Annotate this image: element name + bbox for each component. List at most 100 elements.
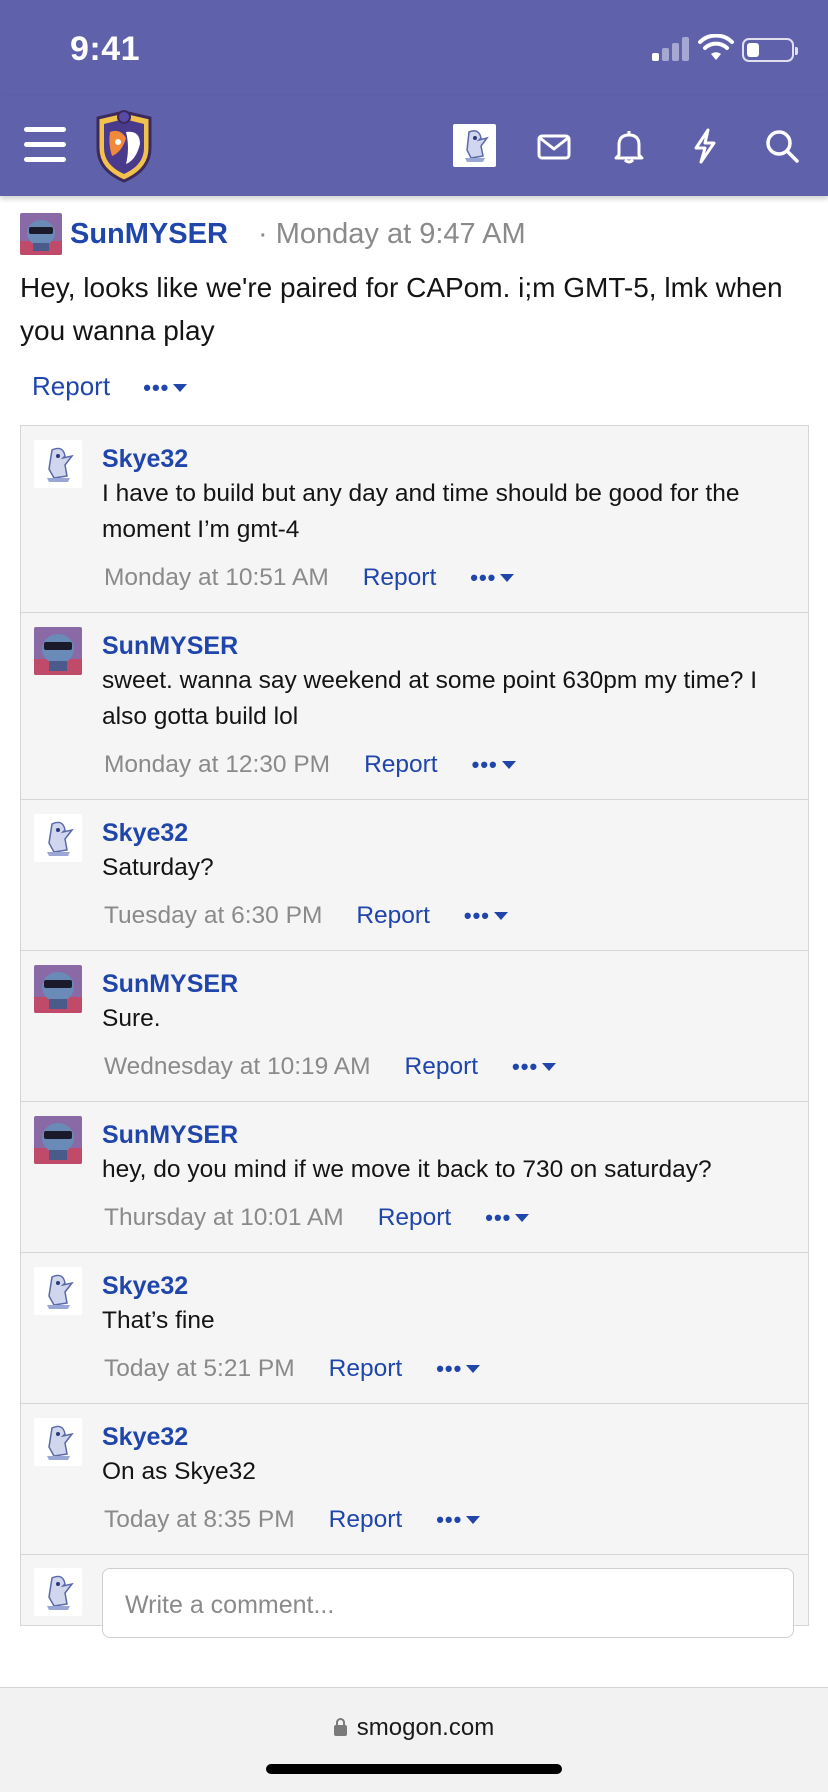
avatar (34, 1568, 82, 1616)
post-timestamp: · Monday at 9:47 AM (258, 212, 526, 256)
avatar[interactable] (34, 965, 82, 1013)
comment-username[interactable]: SunMYSER (102, 629, 794, 663)
comment-meta: Monday at 12:30 PM Report ••• (102, 745, 794, 785)
comment-more-button[interactable]: ••• (463, 903, 509, 929)
comment-username[interactable]: Skye32 (102, 816, 794, 850)
avatar[interactable] (34, 814, 82, 862)
comment-more-button[interactable]: ••• (470, 565, 515, 591)
comment-username[interactable]: SunMYSER (102, 1118, 794, 1152)
user-avatar[interactable] (453, 124, 496, 167)
avatar[interactable] (34, 440, 82, 488)
avatar[interactable] (34, 627, 82, 675)
wifi-icon (698, 34, 734, 60)
comment-date[interactable]: Today at 8:35 PM (104, 1506, 295, 1534)
status-time: 9:41 (70, 30, 141, 68)
chevron-down-icon (466, 1516, 481, 1524)
avatar[interactable] (34, 1116, 82, 1164)
avatar[interactable] (34, 1267, 82, 1315)
comment-body: SunMYSER Sure. Wednesday at 10:19 AM Report… (102, 951, 808, 1087)
browser-url-bar[interactable]: smogon.com (0, 1687, 828, 1792)
comment-meta: Today at 5:21 PM Report ••• (102, 1349, 794, 1389)
more-dots: ••• (436, 1507, 463, 1532)
comment-placeholder: Write a comment... (125, 1591, 335, 1619)
comment-username[interactable]: Skye32 (102, 1269, 794, 1303)
comment-text: Sure. (102, 1005, 161, 1032)
comment-report-link[interactable]: Report (329, 1355, 403, 1383)
chevron-down-icon (501, 761, 516, 769)
post-header: SunMYSER · Monday at 9:47 AM (20, 212, 810, 256)
smogon-logo[interactable] (90, 108, 158, 184)
comment-date[interactable]: Today at 5:21 PM (104, 1355, 295, 1383)
comment-report-link[interactable]: Report (363, 564, 437, 592)
comment-item: SunMYSER Sure. Wednesday at 10:19 AM Report… (21, 951, 808, 1102)
more-dots: ••• (470, 565, 497, 590)
comment-item: Skye32 Saturday? Tuesday at 6:30 PM Report •… (21, 800, 808, 951)
comment-text: Saturday? (102, 854, 214, 881)
post-report-link[interactable]: Report (32, 371, 110, 401)
comment-report-link[interactable]: Report (405, 1053, 479, 1081)
comment-report-link[interactable]: Report (356, 902, 430, 930)
more-dots: ••• (463, 903, 491, 928)
comment-report-link[interactable]: Report (329, 1506, 403, 1534)
more-dots: ••• (471, 752, 498, 777)
comment-body: Skye32 On as Skye32 Today at 8:35 PM Report… (102, 1404, 808, 1540)
comment-item: SunMYSER hey, do you mind if we move it b… (21, 1102, 808, 1253)
cellular-signal-icon (652, 37, 690, 61)
comment-text: I have to build but any day and time sho… (102, 480, 740, 543)
comment-composer-row: Write a comment... (21, 1555, 808, 1638)
comment-username[interactable]: Skye32 (102, 442, 794, 476)
bolt-icon[interactable] (685, 126, 725, 166)
comment-body: SunMYSER sweet. wanna say weekend at some… (102, 613, 808, 785)
comment-meta: Today at 8:35 PM Report ••• (102, 1500, 794, 1540)
search-icon[interactable] (762, 126, 802, 166)
more-dots: ••• (436, 1356, 463, 1381)
comment-text: hey, do you mind if we move it back to 7… (102, 1156, 712, 1183)
more-dots: ••• (512, 1054, 539, 1079)
avatar[interactable] (34, 1418, 82, 1466)
comment-date[interactable]: Monday at 10:51 AM (104, 564, 329, 592)
battery-icon (742, 38, 798, 62)
comment-date[interactable]: Tuesday at 6:30 PM (104, 902, 322, 930)
comment-date[interactable]: Monday at 12:30 PM (104, 751, 330, 779)
comment-more-button[interactable]: ••• (436, 1356, 481, 1382)
comment-report-link[interactable]: Report (364, 751, 438, 779)
mail-icon[interactable] (534, 126, 574, 166)
home-indicator[interactable] (266, 1764, 562, 1774)
comment-meta: Thursday at 10:01 AM Report ••• (102, 1198, 794, 1238)
url-display[interactable]: smogon.com (0, 1714, 828, 1742)
chevron-down-icon (173, 384, 188, 392)
post-more-button[interactable]: ••• (143, 375, 188, 401)
chevron-down-icon (466, 1365, 481, 1373)
comment-more-button[interactable]: ••• (485, 1205, 530, 1231)
comment-body: Skye32 Saturday? Tuesday at 6:30 PM Report •… (102, 800, 808, 936)
comment-report-link[interactable]: Report (378, 1204, 452, 1232)
comment-more-button[interactable]: ••• (512, 1054, 557, 1080)
hamburger-icon[interactable] (24, 127, 66, 163)
comment-date[interactable]: Wednesday at 10:19 AM (104, 1053, 371, 1081)
chevron-down-icon (494, 912, 509, 920)
more-dots: ••• (485, 1205, 512, 1230)
chevron-down-icon (542, 1063, 557, 1071)
comment-item: Skye32 That’s fine Today at 5:21 PM Report •… (21, 1253, 808, 1404)
comment-more-button[interactable]: ••• (472, 752, 516, 778)
post-username[interactable]: SunMYSER (70, 212, 228, 256)
bell-icon[interactable] (609, 126, 649, 166)
comment-date[interactable]: Thursday at 10:01 AM (104, 1204, 344, 1232)
lock-icon (333, 1718, 347, 1736)
comment-username[interactable]: SunMYSER (102, 967, 794, 1001)
comment-username[interactable]: Skye32 (102, 1420, 794, 1454)
comment-meta: Monday at 10:51 AM Report ••• (102, 558, 794, 598)
site-header (0, 96, 828, 196)
avatar[interactable] (20, 213, 62, 255)
post-body: Hey, looks like we're paired for CAPom. … (20, 272, 783, 346)
comment-more-button[interactable]: ••• (436, 1507, 481, 1533)
comments-list: Skye32 I have to build but any day and ti… (20, 425, 809, 1638)
more-dots: ••• (143, 375, 170, 400)
comment-meta: Tuesday at 6:30 PM Report ••• (102, 896, 794, 936)
comment-body: Skye32 I have to build but any day and ti… (102, 426, 808, 598)
comment-item: SunMYSER sweet. wanna say weekend at some… (21, 613, 808, 800)
post-time: Monday at 9:47 AM (275, 218, 526, 250)
comment-text: On as Skye32 (102, 1458, 256, 1485)
comment-body: Skye32 That’s fine Today at 5:21 PM Report •… (102, 1253, 808, 1389)
comment-input[interactable]: Write a comment... (102, 1568, 794, 1638)
